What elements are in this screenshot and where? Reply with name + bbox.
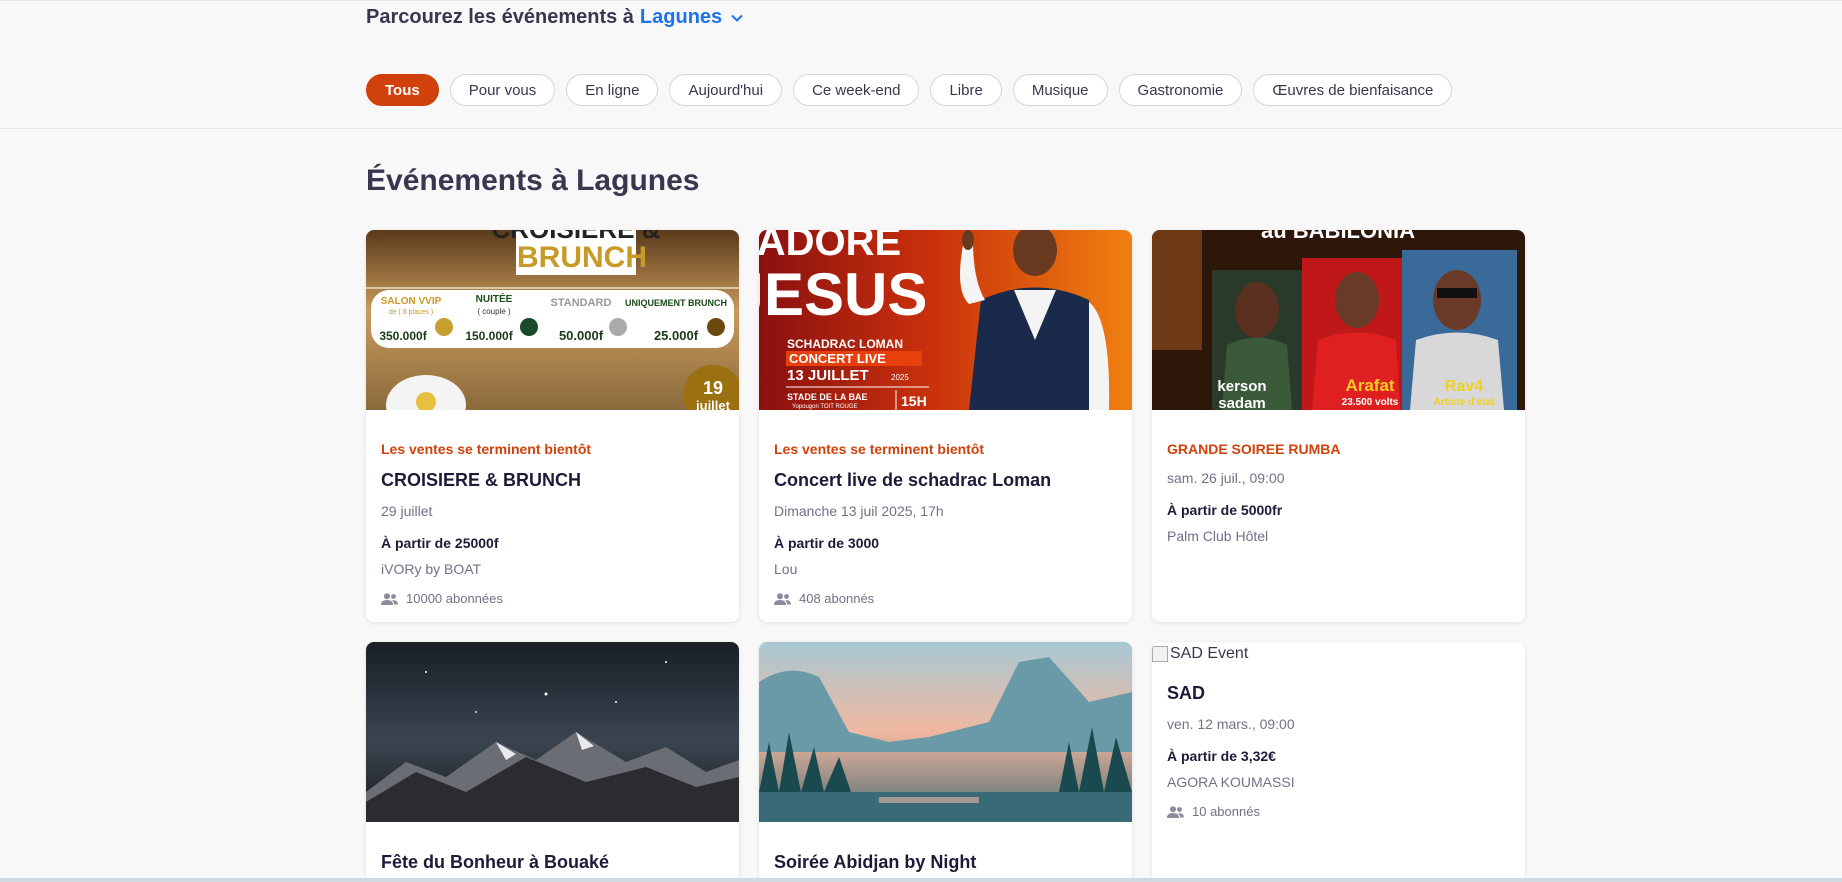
event-date: sam. 26 juil., 09:00: [1167, 470, 1285, 486]
event-organizer[interactable]: Palm Club Hôtel: [1167, 528, 1510, 544]
followers-text: 408 abonnés: [799, 591, 875, 606]
browse-heading: Parcourez les événements à Lagunes: [366, 6, 744, 29]
followers-text: 10 abonnés: [1192, 804, 1260, 819]
event-title[interactable]: Soirée Abidjan by Night: [774, 852, 1117, 873]
svg-text:15H: 15H: [901, 393, 927, 409]
event-price: À partir de 3000: [774, 535, 880, 551]
location-selector[interactable]: Lagunes: [640, 6, 722, 29]
svg-text:CONCERT LIVE: CONCERT LIVE: [789, 351, 886, 366]
event-card-rumba[interactable]: au BABILONIA kerson sadam Arafat 23.500 …: [1152, 230, 1525, 622]
event-date: Dimanche 13 juil 2025, 17h: [774, 503, 944, 519]
svg-text:de ( 8 places ): de ( 8 places ): [389, 309, 433, 316]
event-image-broken: SAD Event: [1152, 642, 1525, 666]
event-organizer[interactable]: AGORA KOUMASSI: [1167, 774, 1510, 790]
filter-bar: Tous Pour vous En ligne Aujourd'hui Ce w…: [0, 52, 1842, 129]
filter-musique[interactable]: Musique: [1012, 74, 1108, 106]
svg-text:150.000f: 150.000f: [465, 329, 513, 343]
svg-text:STADE DE LA BAE: STADE DE LA BAE: [787, 392, 868, 402]
followers-count: 10 abonnés: [1167, 804, 1510, 819]
event-tag: Les ventes se terminent bientôt: [774, 441, 985, 457]
event-organizer[interactable]: Lou: [774, 561, 1117, 577]
browse-prefix: Parcourez les événements à: [366, 6, 634, 28]
event-card-abidjan-night[interactable]: Soirée Abidjan by Night: [759, 642, 1132, 882]
users-icon: [1167, 805, 1184, 818]
event-image: [759, 642, 1132, 822]
users-icon: [381, 592, 398, 605]
svg-text:350.000f: 350.000f: [379, 329, 427, 343]
svg-text:SCHADRAC LOMAN: SCHADRAC LOMAN: [787, 337, 903, 351]
svg-text:Rav4: Rav4: [1445, 378, 1483, 395]
event-image: au BABILONIA kerson sadam Arafat 23.500 …: [1152, 230, 1525, 412]
filter-oeuvres[interactable]: Œuvres de bienfaisance: [1253, 74, 1453, 106]
filter-pour-vous[interactable]: Pour vous: [449, 74, 556, 106]
event-organizer[interactable]: iVORy by BOAT: [381, 561, 724, 577]
event-tag: GRANDE SOIREE RUMBA: [1167, 441, 1341, 457]
svg-text:50.000f: 50.000f: [559, 328, 604, 343]
svg-text:kerson: kerson: [1217, 378, 1266, 395]
followers-count: 408 abonnés: [774, 591, 1117, 606]
event-price: À partir de 3,32€: [1167, 748, 1276, 764]
event-date: 29 juillet: [381, 503, 433, 519]
svg-text:JESUS: JESUS: [759, 261, 927, 328]
event-image: [366, 642, 739, 822]
event-card-fete-bonheur[interactable]: Fête du Bonheur à Bouaké: [366, 642, 739, 882]
event-title[interactable]: Fête du Bonheur à Bouaké: [381, 852, 724, 873]
filter-ce-week-end[interactable]: Ce week-end: [793, 74, 920, 106]
event-title[interactable]: Concert live de schadrac Loman: [774, 470, 1117, 491]
svg-text:NUITÉE: NUITÉE: [476, 292, 513, 305]
svg-text:BRUNCH: BRUNCH: [517, 241, 647, 274]
event-title[interactable]: SAD: [1167, 683, 1510, 704]
svg-text:Yopougon TOIT ROUGE: Yopougon TOIT ROUGE: [792, 404, 857, 410]
svg-text:SALON VVIP: SALON VVIP: [381, 296, 442, 307]
svg-text:23.500 volts: 23.500 volts: [1342, 397, 1399, 408]
filter-aujourdhui[interactable]: Aujourd'hui: [669, 74, 783, 106]
chevron-down-icon[interactable]: [730, 11, 744, 25]
event-title[interactable]: CROISIERE & BRUNCH: [381, 470, 724, 491]
svg-text:2025: 2025: [891, 373, 909, 382]
event-price: À partir de 5000fr: [1167, 502, 1283, 518]
broken-image-icon: [1152, 646, 1168, 662]
followers-count: 10000 abonnées: [381, 591, 724, 606]
event-tag: Les ventes se terminent bientôt: [381, 441, 592, 457]
section-title: Événements à Lagunes: [366, 164, 700, 197]
filter-en-ligne[interactable]: En ligne: [566, 74, 659, 106]
browse-bar: Parcourez les événements à Lagunes: [0, 0, 1842, 54]
svg-text:STANDARD: STANDARD: [551, 297, 612, 309]
svg-text:juillet: juillet: [695, 398, 731, 410]
window-bottom-edge: [0, 878, 1842, 882]
event-image: ADORE JESUS SCHADRAC LOMAN CONCERT LIVE …: [759, 230, 1132, 410]
followers-text: 10000 abonnées: [406, 591, 503, 606]
svg-text:ADORE: ADORE: [759, 230, 901, 264]
event-card-sad[interactable]: SAD Event SAD ven. 12 mars., 09:00 À par…: [1152, 642, 1525, 882]
svg-text:19: 19: [703, 378, 723, 398]
event-card-concert[interactable]: ADORE JESUS SCHADRAC LOMAN CONCERT LIVE …: [759, 230, 1132, 622]
filter-gastronomie[interactable]: Gastronomie: [1118, 74, 1243, 106]
svg-text:UNIQUEMENT BRUNCH: UNIQUEMENT BRUNCH: [625, 298, 727, 308]
filter-tous[interactable]: Tous: [366, 74, 439, 106]
svg-text:Arafat: Arafat: [1345, 376, 1394, 395]
svg-text:au BABILONIA: au BABILONIA: [1261, 230, 1415, 243]
event-date: ven. 12 mars., 09:00: [1167, 716, 1295, 732]
svg-text:25.000f: 25.000f: [654, 328, 699, 343]
event-image: CROISIERE & BRUNCH SALON VVIP de ( 8 pla…: [366, 230, 739, 435]
event-card-croisiere[interactable]: CROISIERE & BRUNCH SALON VVIP de ( 8 pla…: [366, 230, 739, 622]
event-price: À partir de 25000f: [381, 535, 499, 551]
svg-text:sadam: sadam: [1218, 395, 1266, 410]
svg-text:13 JUILLET: 13 JUILLET: [787, 367, 869, 384]
image-alt-text: SAD Event: [1170, 645, 1249, 662]
svg-text:Artiste d'état: Artiste d'état: [1434, 397, 1495, 408]
svg-text:( couple ): ( couple ): [477, 307, 511, 316]
filter-libre[interactable]: Libre: [930, 74, 1002, 106]
users-icon: [774, 592, 791, 605]
